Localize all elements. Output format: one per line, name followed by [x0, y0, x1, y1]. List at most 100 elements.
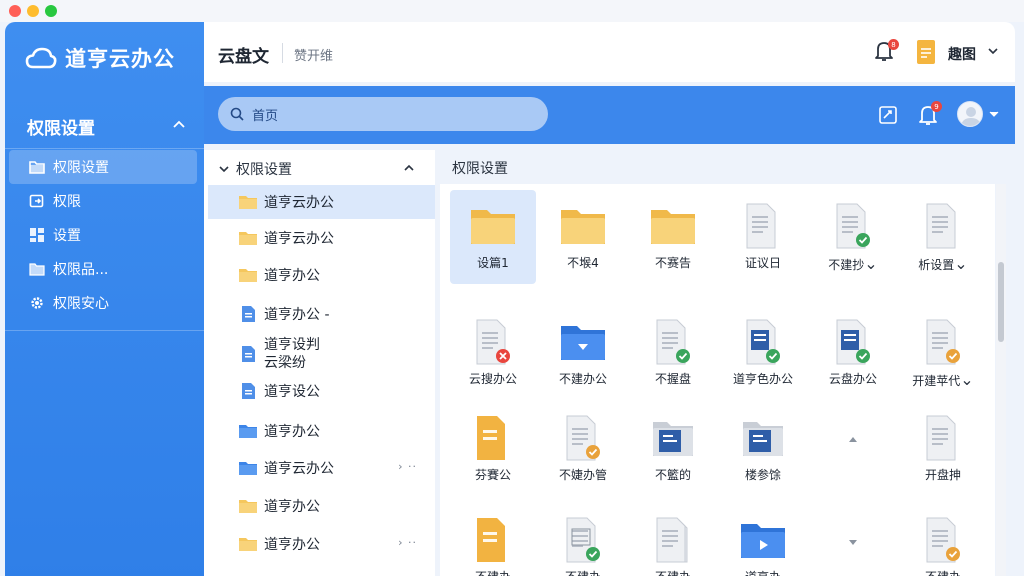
file-name: 云搜办公 [468, 372, 517, 386]
file-tile[interactable]: 不建办公 [540, 306, 626, 400]
scrollbar-thumb[interactable] [998, 262, 1004, 342]
spreadsheet-icon [566, 517, 600, 563]
presentation-icon [477, 416, 505, 460]
brand-logo[interactable]: 道亨云办公 [25, 40, 175, 76]
sidebar-item-label: 权限 [53, 194, 81, 210]
notification-badge: 9 [931, 101, 942, 112]
document-icon [242, 383, 255, 399]
chevron-down-icon[interactable] [988, 108, 1000, 120]
blue-folder-icon [239, 462, 257, 475]
chevron-down-icon[interactable] [986, 44, 1000, 58]
search-icon [230, 107, 244, 121]
sidebar-section-header[interactable]: 权限设置 [5, 108, 204, 144]
file-tile[interactable]: 不堠4 [540, 190, 626, 284]
file-tile[interactable]: 不握盘 [630, 306, 716, 400]
expand-more-button[interactable]: › ·· [398, 460, 417, 473]
sidebar: 道亨云办公 权限设置 权限设置 权限 设置 权限品... 权限安心 [5, 22, 204, 576]
file-tile[interactable]: 云搜办公 [450, 306, 536, 400]
file-name: 道亨色办公 [732, 372, 793, 386]
sidebar-divider [5, 148, 204, 149]
tree-item[interactable]: 道亨办公 [208, 414, 435, 448]
file-tile[interactable]: 不籃的 [630, 402, 716, 496]
tree-item-label: 道亨办公 [264, 424, 320, 440]
file-tile[interactable]: 楼参馀 [720, 402, 806, 496]
file-tile[interactable]: 开建苹代⌄ [900, 306, 986, 400]
sidebar-item-permission-products[interactable]: 权限品... [9, 252, 197, 286]
file-tile[interactable]: 云盘办公 [810, 306, 896, 400]
file-tile[interactable]: 开盘抻 [900, 402, 986, 496]
document-icon [926, 415, 956, 461]
sidebar-item-permission-security[interactable]: 权限安心 [9, 286, 197, 320]
file-name: 不建办公 [558, 372, 607, 386]
tree-item-label: 道亨云办公 [264, 195, 334, 211]
tree-item-label: 道亨云办公 [264, 231, 334, 247]
file-tile[interactable]: 不建办 [540, 504, 626, 576]
file-name: 不籃的 [654, 468, 691, 482]
chevron-down-icon[interactable]: ⌄ [960, 370, 973, 389]
file-tile[interactable]: 道亨色办公 [720, 306, 806, 400]
blue-folder-icon [561, 326, 605, 360]
caret-down-icon [849, 540, 857, 545]
document-approved-icon [656, 319, 690, 365]
sidebar-item-permission-settings[interactable]: 权限设置 [9, 150, 197, 184]
sidebar-item-label: 权限品... [53, 262, 109, 278]
file-name: 不建办 [925, 568, 961, 576]
folder-icon [239, 538, 257, 551]
tree-item[interactable]: 道亨云办公 › ·· [208, 451, 435, 485]
tree-item[interactable]: 道亨办公 [208, 258, 435, 292]
chevron-down-icon[interactable]: ⌄ [864, 254, 877, 273]
page-subtitle[interactable]: 赞开维 [294, 45, 333, 64]
file-tile[interactable] [810, 402, 896, 496]
expand-more-button[interactable]: › ·· [398, 536, 417, 549]
scrollbar[interactable] [996, 184, 1006, 576]
chevron-up-icon[interactable] [403, 162, 415, 174]
user-avatar[interactable] [917, 40, 935, 64]
maximize-window-button[interactable] [45, 5, 57, 17]
file-tile[interactable]: 道亨办 [720, 504, 806, 576]
profile-avatar[interactable] [957, 101, 983, 127]
file-tile[interactable]: 不建抄⌄ [810, 190, 896, 284]
file-name: 不建办 [475, 568, 511, 576]
tree-item[interactable]: 道亨设公 [208, 374, 435, 408]
tree-item[interactable]: 道亨云办公 [208, 221, 435, 255]
file-name: 芬賽公 [474, 468, 511, 482]
file-tile[interactable]: 设篇1 [450, 190, 536, 284]
search-bar[interactable]: 首页 [218, 97, 548, 131]
search-input[interactable]: 首页 [252, 105, 278, 124]
edit-icon[interactable] [877, 104, 899, 126]
header-divider [282, 43, 283, 63]
tree-item[interactable]: 道亨办公 [208, 489, 435, 523]
file-tile[interactable] [810, 504, 896, 576]
file-name: 不建办 [655, 568, 691, 576]
file-tile[interactable]: 证议日 [720, 190, 806, 284]
file-tile[interactable]: 不建办 [630, 504, 716, 576]
file-tile[interactable]: 不建办 [450, 504, 536, 576]
file-tile[interactable]: 析设置⌄ [900, 190, 986, 284]
chevron-up-icon[interactable] [172, 118, 186, 132]
grid-icon [29, 227, 45, 243]
minimize-window-button[interactable] [27, 5, 39, 17]
user-name[interactable]: 趣图 [948, 44, 976, 64]
tree-item[interactable]: 道亨云办公 [208, 185, 435, 219]
file-grid: 设篇1 不堠4 不赛告 证议日 不建抄⌄ 析设置⌄ 云搜办公 不建办公 不握盘 道亨色办公 云盘办公… [440, 184, 995, 576]
tree-item[interactable]: 道亨办公 › ·· [208, 527, 435, 561]
tree-item[interactable]: 道亨设判 云梁纷 [208, 334, 435, 374]
file-name: 不握盘 [654, 372, 691, 386]
file-tile[interactable]: 不赛告 [630, 190, 716, 284]
tree-item-label: 道亨办公 [264, 499, 320, 515]
notifications-button[interactable]: 8 [874, 39, 899, 64]
file-tile[interactable]: 不建办 [900, 504, 986, 576]
sidebar-item-settings[interactable]: 设置 [9, 218, 197, 252]
toolbar-notifications-button[interactable]: 9 [918, 101, 942, 126]
file-tile[interactable]: 不婕办管 [540, 402, 626, 496]
document-icon [242, 306, 255, 322]
sidebar-item-permissions[interactable]: 权限 [9, 184, 197, 218]
chevron-down-icon[interactable]: ⌄ [954, 254, 967, 273]
window-title-bar [0, 0, 1024, 22]
tree-header[interactable]: 权限设置 [204, 156, 435, 182]
tree-item-label: 道亨办公 [264, 537, 320, 553]
file-tile[interactable]: 芬賽公 [450, 402, 536, 496]
file-name: 开盘抻 [924, 468, 961, 482]
close-window-button[interactable] [9, 5, 21, 17]
tree-item[interactable]: 道亨办公 - [208, 297, 435, 331]
